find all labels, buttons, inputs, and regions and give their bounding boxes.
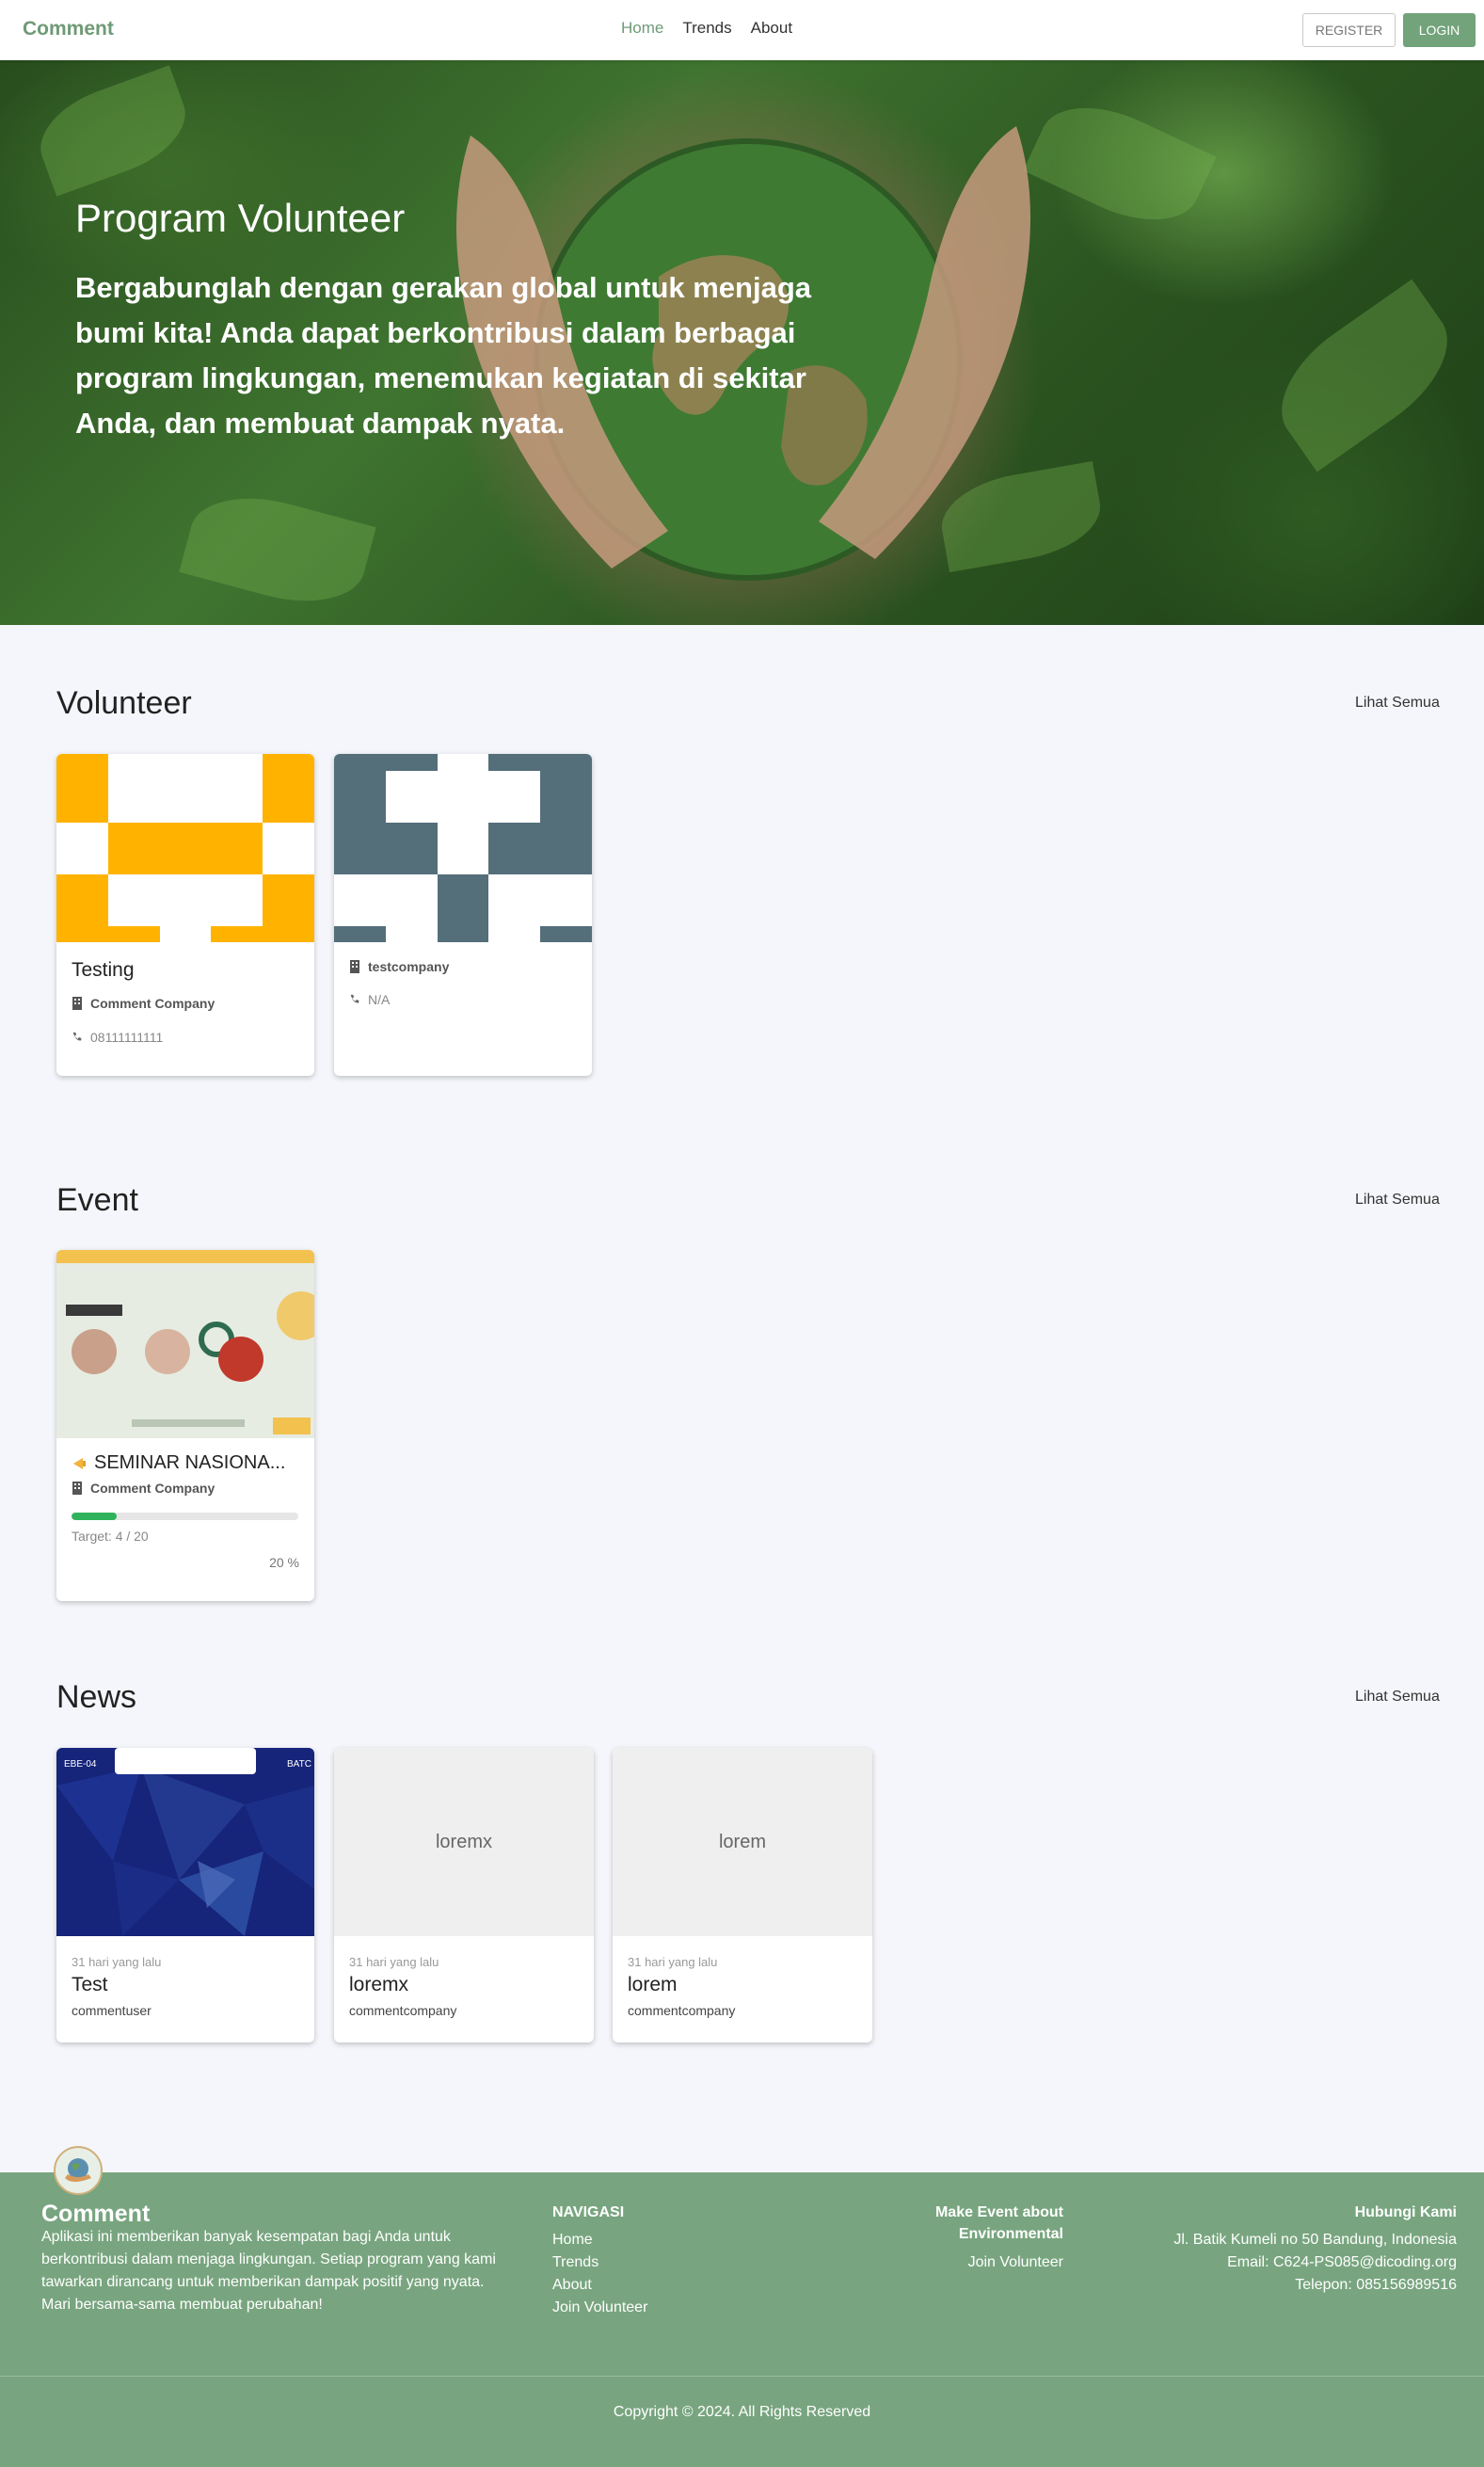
seminar-poster-graphic <box>56 1250 314 1438</box>
volunteer-identicon <box>56 754 314 942</box>
footer-description: Aplikasi ini memberikan banyak kesempata… <box>41 2229 496 2313</box>
event-progress-bar <box>72 1513 298 1520</box>
volunteer-phone: N/A <box>368 992 391 1007</box>
event-poster-image <box>56 1250 314 1438</box>
footer-nav-title: NAVIGASI <box>552 2204 625 2220</box>
footer-address: Jl. Batik Kumeli no 50 Bandung, Indonesi… <box>1173 2232 1457 2248</box>
volunteer-see-all-link[interactable]: Lihat Semua <box>1355 695 1440 712</box>
volunteer-company-row: testcompany <box>349 959 449 974</box>
footer-divider <box>0 2376 1484 2377</box>
news-author: commentuser <box>72 2003 152 2018</box>
footer-contact-title: Hubungi Kami <box>1354 2204 1457 2220</box>
building-icon <box>350 960 359 973</box>
phone-icon <box>350 994 359 1003</box>
phone-icon <box>72 1032 82 1041</box>
event-name: SEMINAR NASIONA... <box>94 1452 286 1473</box>
footer-email: Email: C624-PS085@dicoding.org <box>1227 2254 1457 2270</box>
svg-text:EBE-04: EBE-04 <box>64 1759 97 1770</box>
hero-title: Program Volunteer <box>75 196 406 240</box>
news-image-placeholder: loremx <box>334 1748 594 1936</box>
building-icon <box>72 997 82 1010</box>
event-percent: 20 % <box>269 1555 299 1570</box>
volunteer-card[interactable]: Testing Comment Company 08111111111 <box>56 754 314 1076</box>
nav-link-home[interactable]: Home <box>621 19 663 38</box>
news-banner-graphic: EBE-04 BATC <box>56 1748 314 1936</box>
footer: Comment Aplikasi ini memberikan banyak k… <box>0 2172 1484 2467</box>
hero-description: Bergabunglah dengan gerakan global untuk… <box>75 271 812 440</box>
footer-link-home[interactable]: Home <box>552 2232 593 2249</box>
news-card[interactable]: lorem 31 hari yang lalu lorem commentcom… <box>613 1748 872 2042</box>
navbar: Comment Home Trends About REGISTER LOGIN <box>0 0 1484 60</box>
footer-event-title-line2: Environmental <box>958 2226 1063 2242</box>
news-card[interactable]: loremx 31 hari yang lalu loremx commentc… <box>334 1748 594 2042</box>
news-author: commentcompany <box>628 2003 736 2018</box>
news-image: EBE-04 BATC <box>56 1748 314 1936</box>
news-time: 31 hari yang lalu <box>349 1955 439 1969</box>
footer-link-trends[interactable]: Trends <box>552 2254 598 2271</box>
news-title: loremx <box>349 1974 409 1995</box>
news-author: commentcompany <box>349 2003 457 2018</box>
volunteer-section-title: Volunteer <box>56 685 192 721</box>
footer-link-join-volunteer[interactable]: Join Volunteer <box>552 2299 647 2316</box>
building-icon <box>72 1482 82 1495</box>
event-name-row: SEMINAR NASIONA... <box>72 1452 285 1474</box>
event-section-title: Event <box>56 1182 138 1218</box>
event-see-all-link[interactable]: Lihat Semua <box>1355 1192 1440 1209</box>
nav-link-trends[interactable]: Trends <box>682 19 731 38</box>
footer-event-link-join-volunteer[interactable]: Join Volunteer <box>968 2254 1063 2271</box>
news-title: Test <box>72 1974 108 1995</box>
nav-link-about[interactable]: About <box>751 19 792 38</box>
news-section-title: News <box>56 1679 137 1715</box>
footer-copyright: Copyright © 2024. All Rights Reserved <box>613 2404 871 2420</box>
volunteer-identicon <box>334 754 592 942</box>
volunteer-phone-row: N/A <box>349 992 390 1007</box>
svg-text:BATC: BATC <box>287 1759 311 1770</box>
volunteer-company: Comment Company <box>90 996 215 1011</box>
earth-hands-icon <box>65 2158 91 2182</box>
event-company-row: Comment Company <box>72 1481 215 1496</box>
register-button[interactable]: REGISTER <box>1302 13 1396 47</box>
hero-banner: Program Volunteer Bergabunglah dengan ge… <box>0 60 1484 625</box>
news-time: 31 hari yang lalu <box>628 1955 718 1969</box>
volunteer-phone: 08111111111 <box>90 1030 164 1045</box>
volunteer-name: Testing <box>72 959 135 981</box>
nav-links: Home Trends About <box>621 19 792 38</box>
volunteer-phone-row: 08111111111 <box>72 1030 163 1045</box>
footer-event-title-line1: Make Event about <box>934 2204 1063 2220</box>
news-see-all-link[interactable]: Lihat Semua <box>1355 1689 1440 1706</box>
news-card[interactable]: EBE-04 BATC 31 hari yang lalu Test comme… <box>56 1748 314 2042</box>
event-progress-fill <box>72 1513 118 1520</box>
megaphone-icon <box>73 1457 86 1469</box>
footer-brand: Comment <box>41 2201 151 2227</box>
event-target: Target: 4 / 20 <box>72 1529 149 1544</box>
event-card[interactable]: SEMINAR NASIONA... Comment Company Targe… <box>56 1250 314 1601</box>
volunteer-card[interactable]: testcompany N/A <box>334 754 592 1076</box>
news-time: 31 hari yang lalu <box>72 1955 162 1969</box>
footer-logo <box>54 2146 103 2195</box>
footer-link-about[interactable]: About <box>552 2277 592 2294</box>
login-button[interactable]: LOGIN <box>1403 13 1476 47</box>
news-title: lorem <box>628 1974 678 1995</box>
footer-phone: Telepon: 085156989516 <box>1295 2277 1457 2293</box>
volunteer-company-row: Comment Company <box>72 996 215 1011</box>
brand-logo-text[interactable]: Comment <box>23 18 114 40</box>
news-image-placeholder: lorem <box>613 1748 872 1936</box>
event-company: Comment Company <box>90 1481 215 1496</box>
volunteer-company: testcompany <box>368 959 450 974</box>
